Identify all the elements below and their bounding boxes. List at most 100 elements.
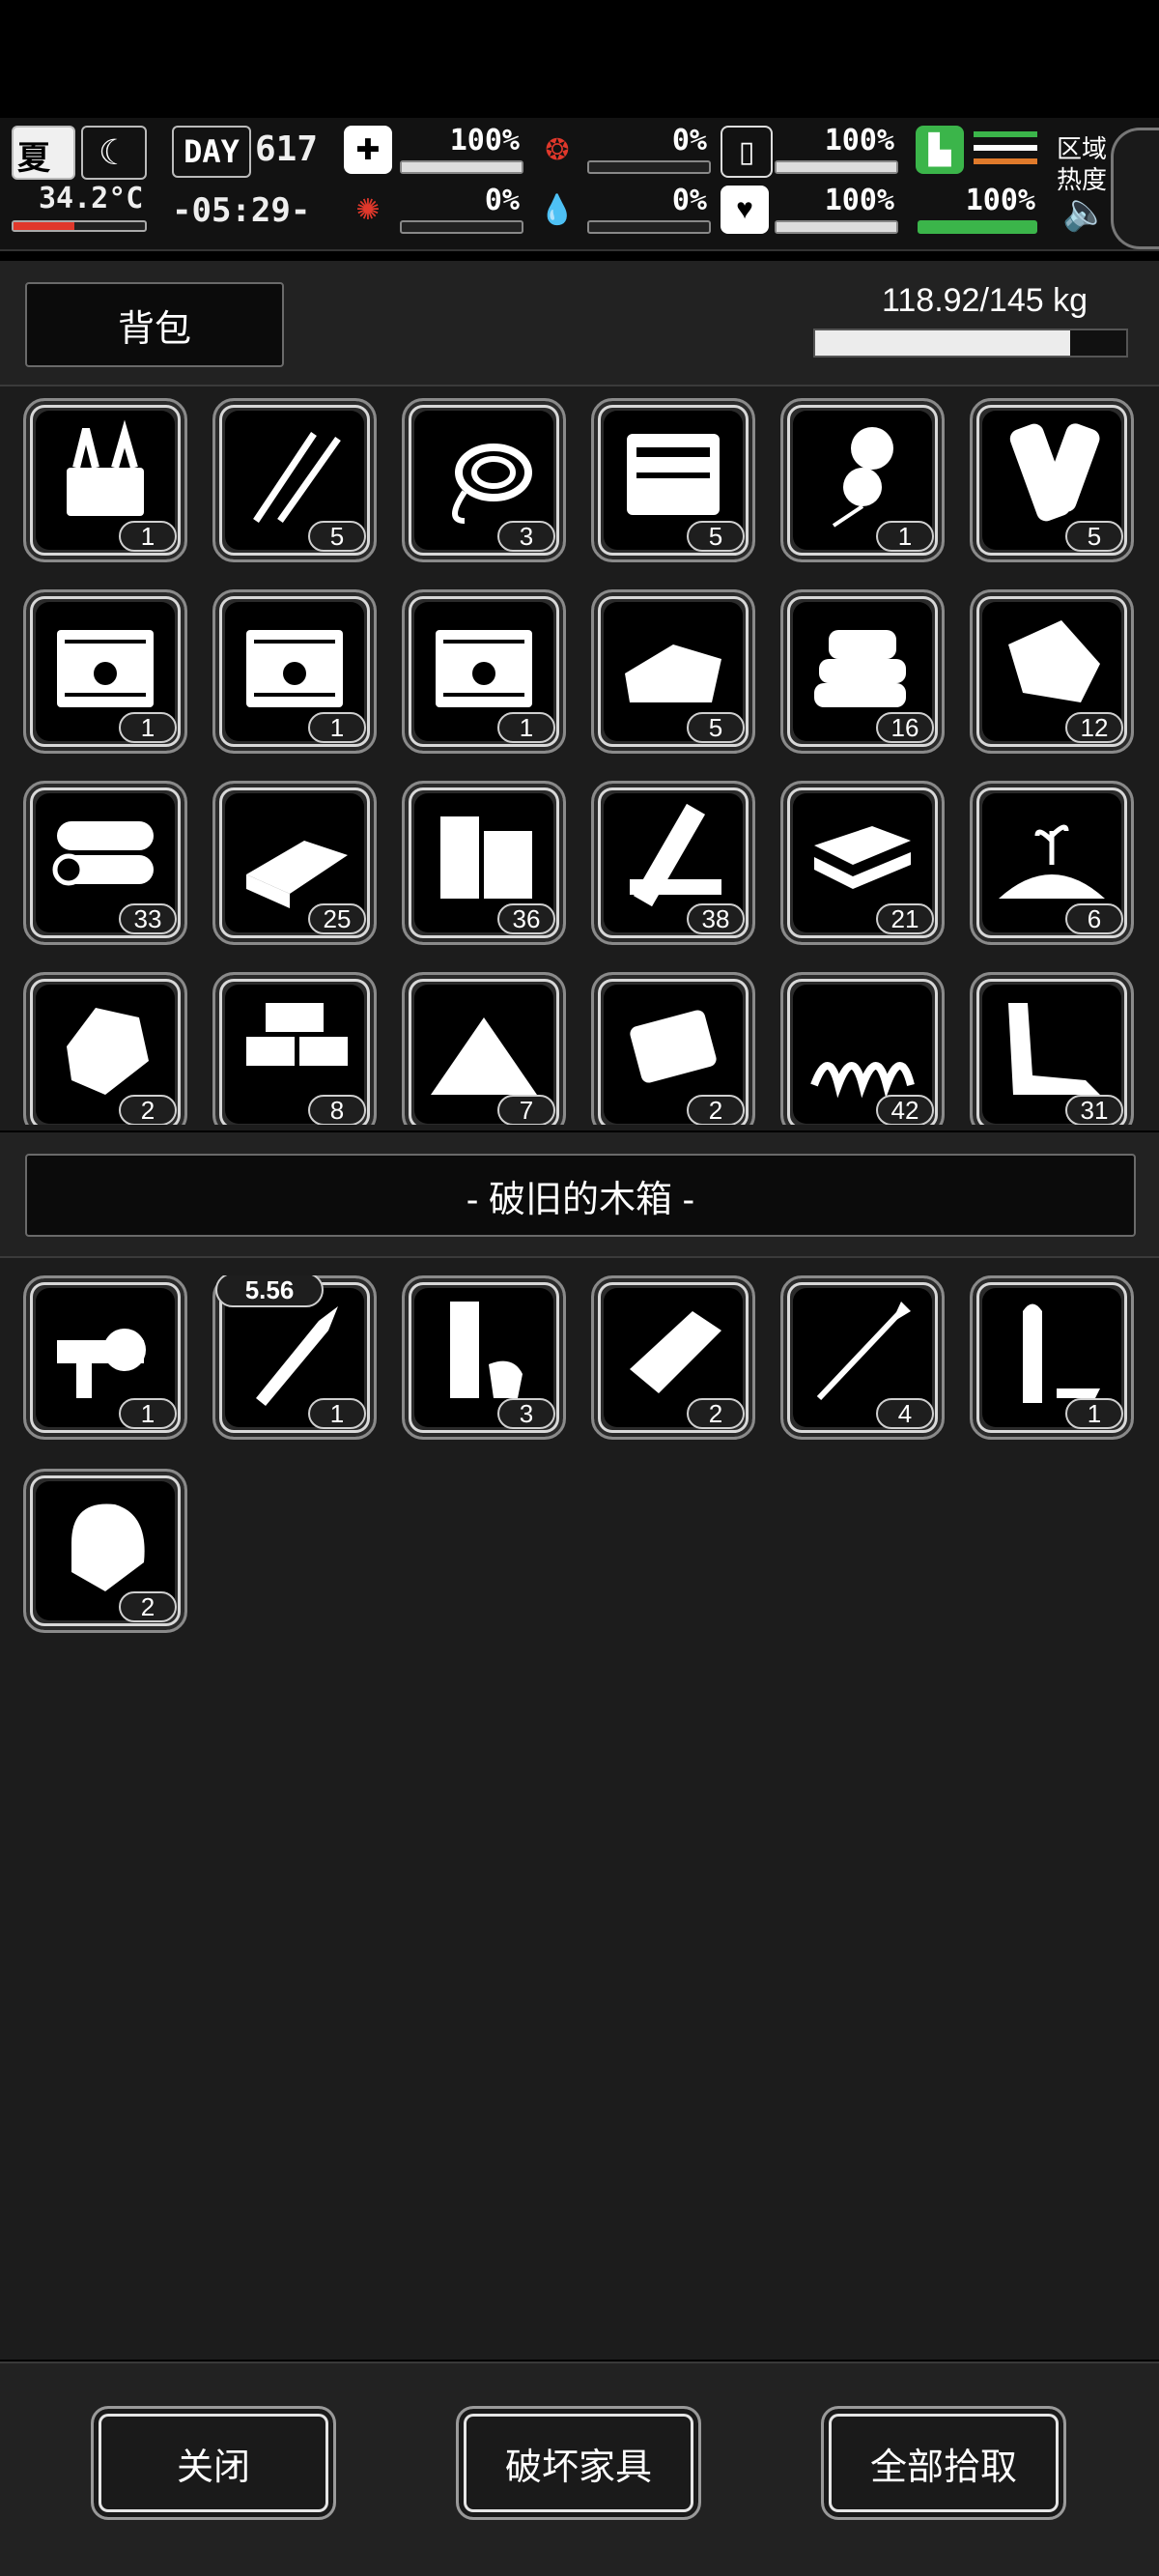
item-count: 6 <box>1065 903 1123 934</box>
item-count: 31 <box>1065 1095 1123 1125</box>
item-slot[interactable]: 2 <box>23 1469 187 1633</box>
item-count: 2 <box>687 1398 745 1429</box>
caliber-badge: 5.56 <box>215 1275 324 1307</box>
health-bar <box>400 160 523 174</box>
container-header: - 破旧的木箱 - <box>0 1132 1159 1258</box>
item-slot[interactable]: 5 <box>591 398 755 562</box>
health-pct: 100% <box>449 124 520 157</box>
day-number: 617 <box>255 129 319 169</box>
hunger-pct: 0% <box>671 124 707 157</box>
speaker-icon[interactable]: 🔈 <box>1062 191 1108 234</box>
bleeding-bar <box>587 220 711 234</box>
item-count: 36 <box>497 903 555 934</box>
item-slot[interactable]: 3 <box>402 1275 566 1440</box>
moon-icon: ☾ <box>81 126 147 180</box>
backpack-panel: 背包 118.92/145 kg 1 5 3 5 1 5 1 1 1 5 16 12 33 25 36 38 2… <box>0 261 1159 1131</box>
item-slot[interactable]: 1 <box>402 589 566 754</box>
item-count: 1 <box>308 1398 366 1429</box>
item-slot[interactable]: 21 <box>780 781 945 945</box>
take-all-button[interactable]: 全部拾取 <box>821 2406 1066 2520</box>
item-count: 3 <box>497 1398 555 1429</box>
boot-icon: ▙ <box>916 126 964 174</box>
item-count: 21 <box>876 903 934 934</box>
item-slot[interactable]: 5 <box>591 589 755 754</box>
item-count: 2 <box>119 1591 177 1622</box>
item-count: 4 <box>876 1398 934 1429</box>
weight-readout: 118.92/145 kg <box>882 282 1088 319</box>
item-count: 1 <box>876 521 934 552</box>
container-title: - 破旧的木箱 - <box>25 1154 1136 1237</box>
item-slot[interactable]: 38 <box>591 781 755 945</box>
item-slot[interactable]: 5 <box>970 398 1134 562</box>
temperature-readout: 34.2°C <box>39 182 144 215</box>
item-slot[interactable]: 1 <box>23 398 187 562</box>
item-count: 1 <box>497 712 555 743</box>
action-bar: 关闭 破坏家具 全部拾取 <box>0 2361 1159 2576</box>
item-count: 16 <box>876 712 934 743</box>
item-slot[interactable]: 2 <box>23 972 187 1125</box>
item-count: 38 <box>687 903 745 934</box>
item-slot[interactable]: 2 <box>591 972 755 1125</box>
item-count: 25 <box>308 903 366 934</box>
status-hud: 夏 ☾ 34.2°C DAY 617 -05:29- ✚ 100% ❂ 0% ▯… <box>0 118 1159 251</box>
item-slot[interactable]: 42 <box>780 972 945 1125</box>
item-slot[interactable]: 25 <box>212 781 377 945</box>
fatigue-pct: 100% <box>824 124 894 157</box>
item-slot[interactable]: 1 <box>23 1275 187 1440</box>
item-slot[interactable]: 3 <box>402 398 566 562</box>
backpack-title: 背包 <box>25 282 284 367</box>
stamina-bar <box>918 220 1037 234</box>
bleeding-pct: 0% <box>671 184 707 217</box>
item-slot[interactable]: 1 5.56 <box>212 1275 377 1440</box>
item-slot[interactable]: 2 <box>591 1275 755 1440</box>
item-count: 42 <box>876 1095 934 1125</box>
item-count: 1 <box>308 712 366 743</box>
day-label: DAY <box>184 133 240 170</box>
item-slot[interactable]: 4 <box>780 1275 945 1440</box>
item-slot[interactable]: 12 <box>970 589 1134 754</box>
season-label: 夏 <box>17 140 50 177</box>
item-slot[interactable]: 1 <box>23 589 187 754</box>
item-slot[interactable]: 7 <box>402 972 566 1125</box>
close-button[interactable]: 关闭 <box>91 2406 336 2520</box>
item-slot[interactable]: 1 <box>970 1275 1134 1440</box>
container-panel: - 破旧的木箱 - 1 1 5.56 3 2 4 1 2 <box>0 1132 1159 2360</box>
item-count: 2 <box>687 1095 745 1125</box>
item-count: 1 <box>119 521 177 552</box>
day-badge: DAY <box>172 126 251 178</box>
item-slot[interactable]: 1 <box>780 398 945 562</box>
item-count: 7 <box>497 1095 555 1125</box>
item-count: 8 <box>308 1095 366 1125</box>
item-count: 1 <box>119 712 177 743</box>
overlay-app-icon[interactable] <box>1111 128 1159 249</box>
item-count: 3 <box>497 521 555 552</box>
item-slot[interactable]: 5 <box>212 398 377 562</box>
item-count: 5 <box>687 521 745 552</box>
backpack-grid: 1 5 3 5 1 5 1 1 1 5 16 12 33 25 36 38 21 6 2 8 7 2 42 31 <box>0 398 1159 1125</box>
weight-bar <box>813 329 1128 358</box>
item-slot[interactable]: 36 <box>402 781 566 945</box>
item-count: 1 <box>119 1398 177 1429</box>
item-slot[interactable]: 8 <box>212 972 377 1125</box>
fatigue-bar <box>775 160 898 174</box>
item-slot[interactable]: 1 <box>212 589 377 754</box>
stamina-stripes-icon <box>974 131 1037 170</box>
item-slot[interactable]: 6 <box>970 781 1134 945</box>
temperature-bar <box>12 220 147 232</box>
mood-bar <box>775 220 898 234</box>
clock-readout: -05:29- <box>172 191 311 230</box>
item-slot[interactable]: 31 <box>970 972 1134 1125</box>
destroy-furniture-button[interactable]: 破坏家具 <box>456 2406 701 2520</box>
mental-pct: 0% <box>484 184 520 217</box>
item-count: 5 <box>1065 521 1123 552</box>
item-count: 5 <box>308 521 366 552</box>
stamina-pct: 100% <box>965 184 1035 217</box>
backpack-header: 背包 118.92/145 kg <box>0 261 1159 386</box>
item-count: 5 <box>687 712 745 743</box>
item-slot[interactable]: 16 <box>780 589 945 754</box>
container-grid: 1 1 5.56 3 2 4 1 2 <box>0 1275 1159 2338</box>
item-slot[interactable]: 33 <box>23 781 187 945</box>
item-count: 2 <box>119 1095 177 1125</box>
item-count: 12 <box>1065 712 1123 743</box>
item-count: 1 <box>1065 1398 1123 1429</box>
